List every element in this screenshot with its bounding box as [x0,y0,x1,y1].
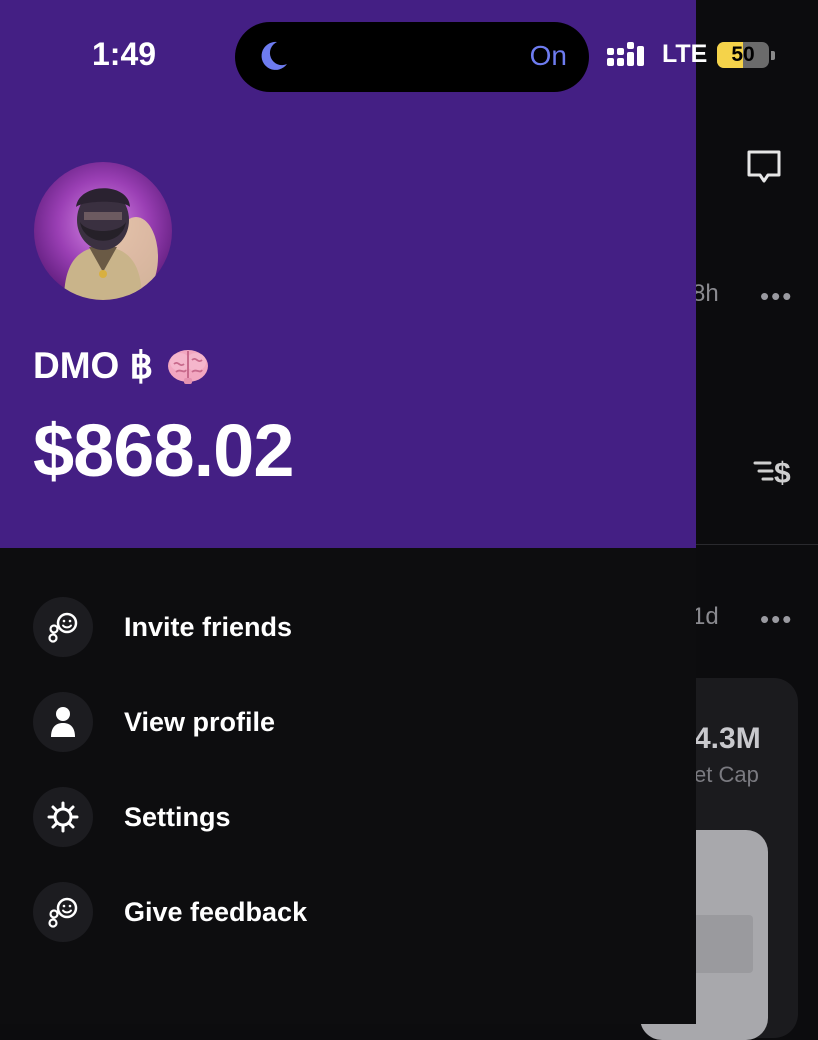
more-options-button[interactable]: ••• [760,604,793,635]
feed-divider [696,544,818,545]
battery-icon: 50 [717,42,769,68]
gear-icon [33,787,93,847]
menu-item-label: View profile [124,706,276,737]
invite-friends-icon [33,597,93,657]
svg-text:$: $ [774,457,791,490]
menu-item-label: Invite friends [124,611,293,642]
signal-icon [607,42,644,66]
battery-level: 50 [731,43,755,66]
menu-item-settings[interactable]: Settings [33,787,633,847]
chat-icon[interactable] [745,148,783,186]
chart-placeholder-inner [690,915,753,973]
menu-item-view-profile[interactable]: View profile [33,692,633,752]
avatar-image [34,162,172,300]
wallet-balance: $868.02 [33,409,294,492]
menu-item-give-feedback[interactable]: Give feedback [33,882,633,942]
status-time: 1:49 [92,36,157,72]
menu-item-label: Settings [124,801,231,832]
dynamic-island[interactable]: On [235,22,589,92]
network-type: LTE [662,40,708,68]
more-options-button[interactable]: ••• [760,281,793,312]
side-drawer: 1:49 On LTE 50 DMO ฿ $868.02 Invite frie… [0,0,775,1024]
menu-item-invite-friends[interactable]: Invite friends [33,597,633,657]
tip-dollar-icon[interactable]: $ [752,452,798,490]
feedback-icon [33,882,93,942]
post-timestamp: 1d [692,603,719,630]
battery-cap [771,51,775,60]
brain-icon [168,350,208,384]
focus-status: On [529,40,567,71]
market-cap-label: et Cap [694,762,759,787]
avatar[interactable] [34,162,172,300]
market-cap-value: 4.3M [694,722,761,755]
moon-icon [261,41,287,70]
username: DMO ฿ [33,345,154,386]
menu-item-label: Give feedback [124,896,308,927]
person-icon [33,692,93,752]
post-timestamp: 8h [692,280,719,307]
